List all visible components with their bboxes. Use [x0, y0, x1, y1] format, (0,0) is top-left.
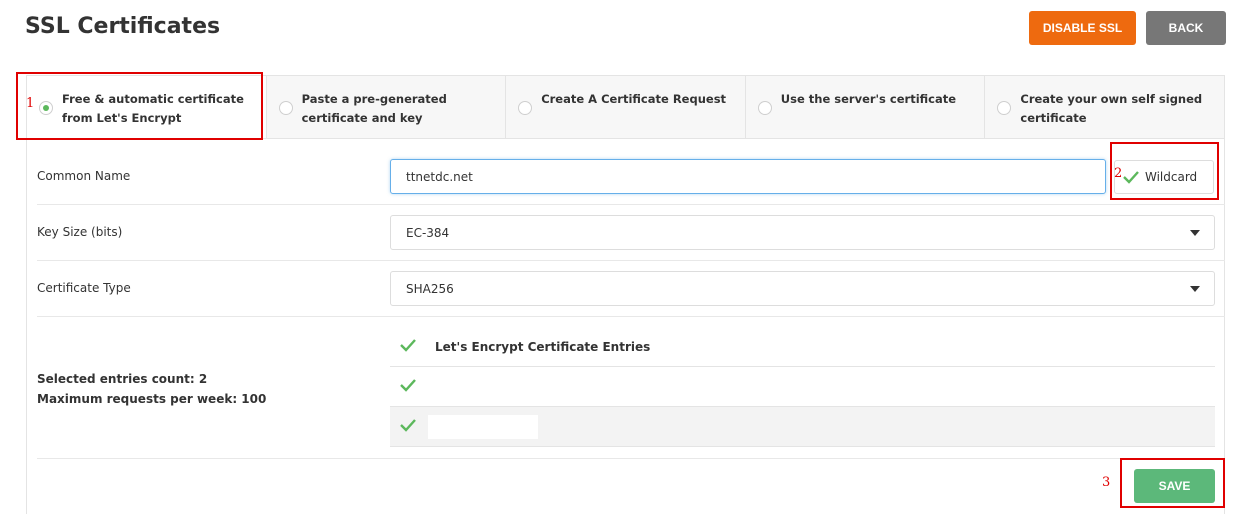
certificate-type-label: Certificate Type: [37, 281, 131, 295]
tab-label: Paste a pre-generated certificate and ke…: [301, 92, 447, 125]
check-icon[interactable]: [400, 378, 416, 392]
radio-icon[interactable]: [997, 101, 1012, 115]
entries-header-row[interactable]: Let's Encrypt Certificate Entries: [390, 327, 1215, 367]
caret-down-icon: [1190, 286, 1200, 292]
wildcard-label: Wildcard: [1145, 170, 1198, 184]
radio-icon[interactable]: [278, 101, 293, 115]
page-title: SSL Certificates: [25, 14, 221, 39]
certificate-type-select[interactable]: SHA256: [390, 271, 1215, 306]
row-divider: [37, 316, 1225, 317]
caret-down-icon: [1190, 230, 1200, 236]
check-icon: [1123, 170, 1139, 184]
check-icon[interactable]: [400, 338, 416, 352]
entry-stats: Selected entries count: 2 Maximum reques…: [37, 369, 266, 409]
list-item[interactable]: [390, 407, 1215, 447]
annotation-number-3: 3: [1102, 475, 1111, 490]
tab-label: Use the server's certificate: [780, 92, 957, 106]
radio-icon[interactable]: [757, 101, 772, 115]
disable-ssl-button[interactable]: DISABLE SSL: [1029, 11, 1136, 45]
wildcard-checkbox[interactable]: Wildcard: [1114, 160, 1214, 194]
certificate-source-tabs: Free & automatic certificate from Let's …: [26, 75, 1225, 139]
common-name-label: Common Name: [37, 169, 131, 183]
save-button[interactable]: SAVE: [1134, 469, 1215, 503]
row-divider: [37, 204, 1225, 205]
tab-server-certificate[interactable]: Use the server's certificate: [745, 76, 986, 138]
tab-paste-certificate[interactable]: Paste a pre-generated certificate and ke…: [266, 76, 507, 138]
tab-lets-encrypt[interactable]: Free & automatic certificate from Let's …: [27, 76, 267, 138]
row-divider: [37, 458, 1225, 459]
key-size-value: EC-384: [406, 225, 450, 240]
row-divider: [37, 260, 1225, 261]
selected-count-text: Selected entries count: 2: [37, 372, 208, 386]
tab-self-signed[interactable]: Create your own self signed certificate: [985, 76, 1224, 138]
entries-list: Let's Encrypt Certificate Entries: [390, 327, 1215, 448]
tab-label: Create A Certificate Request: [541, 92, 727, 106]
annotation-number-2: 2: [1114, 166, 1123, 181]
back-button[interactable]: BACK: [1146, 11, 1226, 45]
entries-header-label: Let's Encrypt Certificate Entries: [435, 339, 651, 354]
key-size-label: Key Size (bits): [37, 225, 123, 239]
max-requests-text: Maximum requests per week: 100: [37, 392, 267, 406]
common-name-input[interactable]: [390, 159, 1106, 194]
redacted-entry-field: [428, 415, 538, 439]
list-item[interactable]: [390, 367, 1215, 407]
annotation-number-1: 1: [26, 96, 35, 111]
check-icon[interactable]: [400, 418, 416, 432]
key-size-select[interactable]: EC-384: [390, 215, 1215, 250]
tab-label: Free & automatic certificate from Let's …: [62, 92, 244, 125]
tab-label: Create your own self signed certificate: [1020, 92, 1203, 125]
certificate-type-value: SHA256: [406, 281, 454, 296]
radio-icon[interactable]: [518, 101, 533, 115]
radio-icon[interactable]: [39, 101, 53, 115]
tab-certificate-request[interactable]: Create A Certificate Request: [506, 76, 746, 138]
